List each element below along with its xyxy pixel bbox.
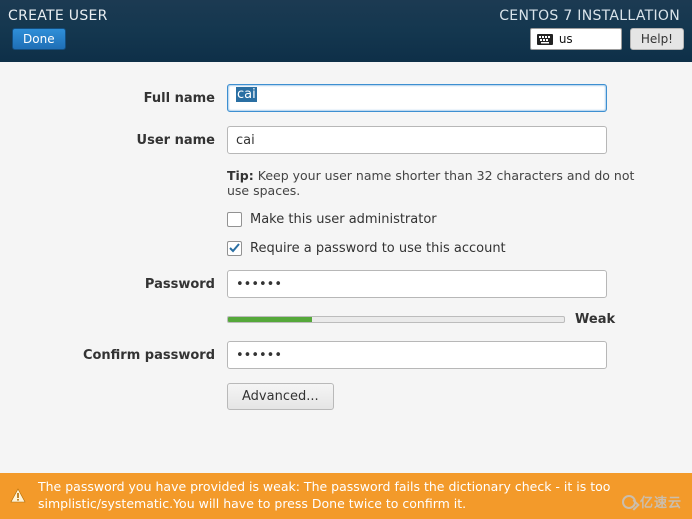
watermark: 亿速云 — [622, 492, 682, 511]
confirm-password-field[interactable] — [227, 341, 607, 369]
password-strength-fill — [228, 317, 312, 322]
advanced-button[interactable]: Advanced... — [227, 383, 334, 410]
username-label: User name — [40, 133, 215, 148]
keyboard-layout-label: us — [559, 32, 573, 46]
fullname-field[interactable]: cai — [227, 84, 607, 112]
keyboard-layout-indicator[interactable]: us — [530, 28, 622, 50]
make-admin-checkbox[interactable] — [227, 212, 242, 227]
confirm-password-label: Confirm password — [40, 348, 215, 363]
username-field[interactable] — [227, 126, 607, 154]
fullname-label: Full name — [40, 91, 215, 106]
keyboard-icon — [537, 34, 553, 45]
help-button[interactable]: Help! — [630, 28, 684, 50]
password-field[interactable] — [227, 270, 607, 298]
warning-text: The password you have provided is weak: … — [38, 479, 682, 513]
warning-bar: The password you have provided is weak: … — [0, 473, 692, 519]
password-label: Password — [40, 277, 215, 292]
make-admin-label: Make this user administrator — [250, 212, 437, 227]
require-password-checkbox[interactable] — [227, 241, 242, 256]
done-button[interactable]: Done — [12, 28, 66, 50]
product-name: CENTOS 7 INSTALLATION — [499, 8, 680, 24]
username-tip: Tip: Keep your user name shorter than 32… — [227, 168, 652, 198]
require-password-label: Require a password to use this account — [250, 241, 506, 256]
warning-icon — [10, 488, 26, 504]
password-strength-bar — [227, 316, 565, 323]
password-strength-text: Weak — [575, 312, 615, 327]
